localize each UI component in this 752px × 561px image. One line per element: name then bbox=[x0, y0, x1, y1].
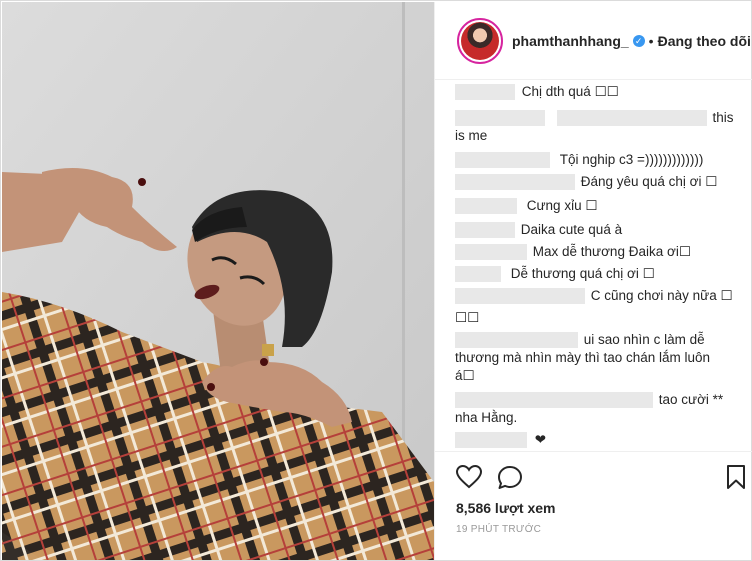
post-photo[interactable] bbox=[2, 2, 434, 560]
blurred-text bbox=[556, 110, 707, 127]
comment-text: Đáng yêu quá chị ơi ☐ bbox=[580, 174, 718, 189]
post-header: phamthanhhang_ ✓ • Đang theo dõi bbox=[435, 2, 752, 80]
comment-text: ui sao nhìn c làm dễ bbox=[583, 332, 705, 347]
comment-text: Tội nghip c3 =))))))))))))) bbox=[559, 152, 704, 167]
comment-text: thương mà nhìn mày thì tao chán lắm luôn bbox=[455, 350, 711, 365]
avatar-image bbox=[461, 21, 499, 60]
blurred-username bbox=[455, 244, 527, 261]
comment-row: Tội nghip c3 =))))))))))))) bbox=[455, 151, 752, 169]
comment-row: ❤ bbox=[455, 431, 752, 449]
comment-row: ui sao nhìn c làm dễ thương mà nhìn mày … bbox=[455, 331, 752, 385]
post-image bbox=[2, 2, 434, 560]
comment-text: ☐☐ bbox=[455, 310, 480, 325]
comment-text: Daika cute quá à bbox=[520, 222, 623, 237]
avatar[interactable] bbox=[457, 17, 503, 64]
post-sidebar: phamthanhhang_ ✓ • Đang theo dõi Chị dth… bbox=[434, 2, 752, 560]
blurred-username bbox=[455, 110, 545, 127]
comment-row: tao cười ** nha Hằng. bbox=[455, 391, 752, 427]
blurred-username bbox=[455, 152, 550, 169]
blurred-username bbox=[455, 174, 575, 191]
blurred-username bbox=[455, 432, 527, 449]
timestamp[interactable]: 19 PHÚT TRƯỚC bbox=[456, 524, 541, 535]
comment-text: nha Hằng. bbox=[455, 410, 518, 425]
comment-row: Cưng xỉu ☐ bbox=[455, 197, 752, 215]
comment-text: this bbox=[712, 110, 734, 125]
comment-row: Daika cute quá à bbox=[455, 221, 752, 239]
comment-text: Chị dth quá ☐☐ bbox=[521, 84, 619, 99]
blurred-username bbox=[455, 332, 578, 349]
blurred-username bbox=[455, 84, 515, 101]
comment-row: Chị dth quá ☐☐ bbox=[455, 83, 752, 101]
blurred-username bbox=[455, 392, 653, 409]
comment-text: ❤ bbox=[534, 432, 547, 447]
comment-icon[interactable] bbox=[497, 465, 523, 495]
comment-text: Cưng xỉu ☐ bbox=[526, 198, 598, 213]
comment-text: Dễ thương quá chị ơi ☐ bbox=[510, 266, 655, 281]
comment-text: is me bbox=[455, 128, 488, 143]
post-actions: 8,586 lượt xem 19 PHÚT TRƯỚC bbox=[435, 451, 752, 560]
comment-list[interactable]: Chị dth quá ☐☐ this is me Tội nghip c3 =… bbox=[435, 81, 752, 451]
follow-status-button[interactable]: Đang theo dõi bbox=[658, 33, 751, 49]
comment-row: C cũng chơi này nữa ☐ bbox=[455, 287, 752, 305]
comment-text: C cũng chơi này nữa ☐ bbox=[590, 288, 733, 303]
blurred-username bbox=[455, 198, 517, 215]
verified-icon: ✓ bbox=[632, 34, 645, 47]
comment-row: ☐☐ bbox=[455, 309, 752, 327]
comment-text: á☐ bbox=[455, 368, 475, 383]
blurred-username bbox=[455, 222, 515, 239]
comment-text: Max dễ thương Đaika ơi☐ bbox=[532, 244, 691, 259]
comment-row: this is me bbox=[455, 109, 752, 145]
view-count[interactable]: 8,586 lượt xem bbox=[456, 500, 555, 516]
blurred-username bbox=[455, 266, 501, 283]
blurred-username bbox=[455, 288, 585, 305]
bookmark-icon[interactable] bbox=[726, 464, 746, 495]
heart-icon[interactable] bbox=[455, 464, 483, 494]
username-link[interactable]: phamthanhhang_ bbox=[512, 33, 629, 49]
comment-row: Max dễ thương Đaika ơi☐ bbox=[455, 243, 752, 261]
instagram-post-window: phamthanhhang_ ✓ • Đang theo dõi Chị dth… bbox=[0, 0, 752, 561]
comment-row: Dễ thương quá chị ơi ☐ bbox=[455, 265, 752, 283]
comment-text: tao cười ** bbox=[658, 392, 724, 407]
separator-dot: • bbox=[648, 32, 654, 49]
comment-row: Đáng yêu quá chị ơi ☐ bbox=[455, 173, 752, 191]
